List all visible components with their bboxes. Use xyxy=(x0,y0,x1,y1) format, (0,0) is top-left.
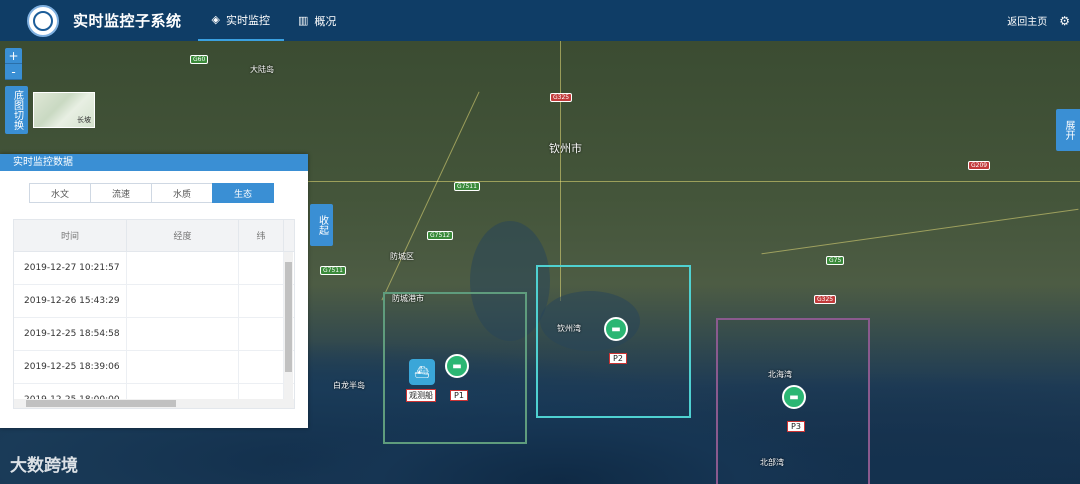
place-label: 钦州市 xyxy=(549,142,582,155)
cell-longitude xyxy=(127,351,239,383)
cell-latitude xyxy=(239,285,284,317)
home-link[interactable]: 返回主页 xyxy=(1007,13,1047,28)
marker-label-p1: P1 xyxy=(450,390,468,401)
scrollbar-thumb[interactable] xyxy=(26,400,176,407)
cell-time: 2019-12-25 18:39:06 xyxy=(14,351,127,383)
cell-longitude xyxy=(127,285,239,317)
nav-label: 概况 xyxy=(314,14,337,28)
zoom-in-button[interactable]: + xyxy=(5,48,22,64)
nav-label: 实时监控 xyxy=(225,13,270,27)
table-row[interactable]: 2019-12-27 10:21:57 xyxy=(14,252,294,285)
station-marker-p2[interactable]: ▬ xyxy=(604,317,628,341)
table-row[interactable]: 2019-12-26 15:43:29 xyxy=(14,285,294,318)
main-nav: ◈ 实时监控 ▥ 概况 xyxy=(197,0,351,41)
expand-button[interactable]: 展开 xyxy=(1056,109,1080,151)
map-road xyxy=(381,91,480,301)
highway-shield: G325 xyxy=(814,295,837,304)
nav-realtime-monitor[interactable]: ◈ 实时监控 xyxy=(197,0,284,41)
cell-longitude xyxy=(127,252,239,284)
nav-overview[interactable]: ▥ 概况 xyxy=(284,0,350,41)
tab-ecology[interactable]: 生态 xyxy=(212,183,274,203)
highway-shield: G75 xyxy=(826,256,845,265)
cell-longitude xyxy=(127,318,239,350)
highway-shield: G7511 xyxy=(320,266,346,275)
ship-label: 观测船 xyxy=(406,389,436,402)
zoom-control: + - xyxy=(5,48,22,80)
station-marker-p3[interactable]: ▬ xyxy=(782,385,806,409)
collapse-button[interactable]: 收起 xyxy=(310,204,333,246)
data-table: 时间 经度 纬 2019-12-27 10:21:57 2019-12-26 1… xyxy=(13,219,295,409)
map-road xyxy=(761,208,1079,255)
cell-time: 2019-12-25 18:54:58 xyxy=(14,318,127,350)
top-bar: 实时监控子系统 ◈ 实时监控 ▥ 概况 返回主页 ⚙ xyxy=(0,0,1080,41)
basemap-thumbnail[interactable]: 长坡 xyxy=(33,92,95,128)
cell-time: 2019-12-27 10:21:57 xyxy=(14,252,127,284)
table-header: 时间 经度 纬 xyxy=(14,220,294,252)
tab-hydrology[interactable]: 水文 xyxy=(29,183,91,203)
column-header-longitude[interactable]: 经度 xyxy=(127,220,239,251)
logo xyxy=(27,4,59,37)
gear-icon[interactable]: ⚙ xyxy=(1059,14,1070,28)
tab-water-quality[interactable]: 水质 xyxy=(151,183,213,203)
place-label: 白龙半岛 xyxy=(333,381,365,390)
zoom-out-button[interactable]: - xyxy=(5,64,22,80)
highway-shield: G325 xyxy=(550,93,573,102)
cell-time: 2019-12-26 15:43:29 xyxy=(14,285,127,317)
watermark: 大数跨境 xyxy=(10,456,78,476)
highway-shield: G209 xyxy=(968,161,991,170)
chart-icon: ▥ xyxy=(297,14,309,27)
cell-latitude xyxy=(239,318,284,350)
horizontal-scrollbar[interactable] xyxy=(14,399,294,408)
highway-shield: G7511 xyxy=(454,182,480,191)
highway-shield: G7512 xyxy=(427,231,453,240)
place-label: 防城区 xyxy=(390,252,414,261)
station-marker-p1[interactable]: ▬ xyxy=(445,354,469,378)
app-title: 实时监控子系统 xyxy=(73,12,182,30)
layers-icon: ◈ xyxy=(211,13,220,26)
ship-icon[interactable]: ⛴ xyxy=(409,359,435,385)
tab-velocity[interactable]: 流速 xyxy=(90,183,152,203)
data-tabs: 水文 流速 水质 生态 xyxy=(29,183,274,203)
map-road xyxy=(560,41,561,301)
highway-shield: G60 xyxy=(190,55,209,64)
zone-p2-boundary[interactable] xyxy=(536,265,691,418)
vertical-scrollbar[interactable] xyxy=(284,252,293,402)
table-row[interactable]: 2019-12-25 18:39:06 xyxy=(14,351,294,384)
header-actions: 返回主页 ⚙ xyxy=(1007,13,1070,29)
basemap-switch-button[interactable]: 底图切换 xyxy=(5,86,28,134)
panel-title: 实时监控数据 xyxy=(0,154,308,171)
column-header-time[interactable]: 时间 xyxy=(14,220,127,251)
logo-emblem xyxy=(33,10,53,31)
basemap-thumb-label: 长坡 xyxy=(77,116,91,124)
cell-latitude xyxy=(239,351,284,383)
scrollbar-thumb[interactable] xyxy=(285,262,292,372)
column-header-latitude[interactable]: 纬 xyxy=(239,220,284,251)
marker-label-p3: P3 xyxy=(787,421,805,432)
realtime-data-panel: 实时监控数据 水文 流速 水质 生态 时间 经度 纬 2019-12-27 10… xyxy=(0,154,308,428)
place-label: 大陆岛 xyxy=(250,65,274,74)
cell-latitude xyxy=(239,252,284,284)
marker-label-p2: P2 xyxy=(609,353,627,364)
table-row[interactable]: 2019-12-25 18:54:58 xyxy=(14,318,294,351)
